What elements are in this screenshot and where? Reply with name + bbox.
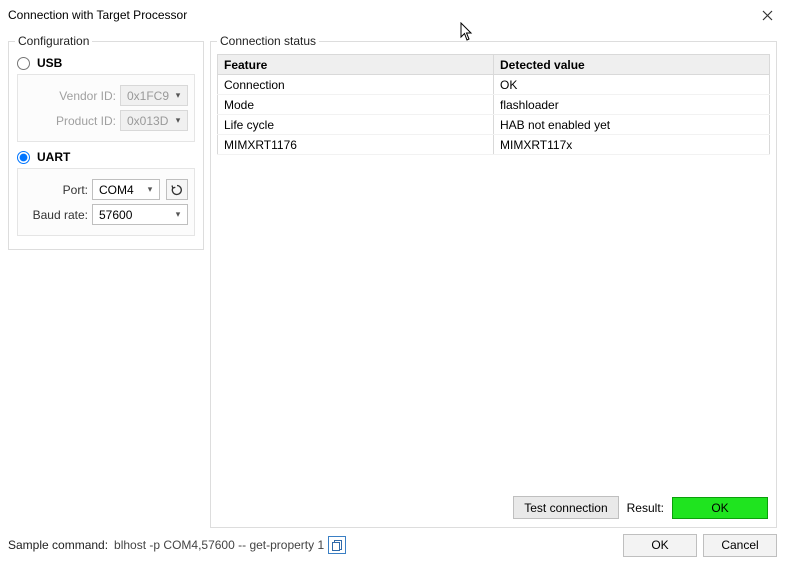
- table-row: Connection OK: [218, 75, 770, 95]
- status-table: Feature Detected value Connection OK Mod…: [217, 54, 770, 155]
- cancel-button[interactable]: Cancel: [703, 534, 777, 557]
- close-icon: [762, 10, 773, 21]
- sample-command-value: blhost -p COM4,57600 -- get-property 1: [114, 538, 324, 552]
- connection-status-legend: Connection status: [217, 34, 319, 48]
- connection-status-group: Connection status Feature Detected value…: [210, 34, 777, 528]
- vendor-id-combo: 0x1FC9 ▾: [120, 85, 188, 106]
- usb-radio-row[interactable]: USB: [15, 54, 197, 74]
- table-row: Life cycle HAB not enabled yet: [218, 115, 770, 135]
- chevron-down-icon: ▾: [171, 209, 185, 220]
- product-id-value: 0x013D: [127, 114, 171, 128]
- clipboard-icon: [332, 539, 343, 551]
- col-feature: Feature: [218, 55, 494, 75]
- product-id-label: Product ID:: [56, 114, 116, 128]
- cell-value: HAB not enabled yet: [494, 115, 770, 135]
- cell-feature: MIMXRT1176: [218, 135, 494, 155]
- table-row: MIMXRT1176 MIMXRT117x: [218, 135, 770, 155]
- window-title: Connection with Target Processor: [8, 8, 187, 22]
- uart-radio-label: UART: [37, 150, 70, 164]
- usb-radio[interactable]: [17, 57, 30, 70]
- usb-panel: Vendor ID: 0x1FC9 ▾ Product ID: 0x013D ▾: [17, 74, 195, 142]
- result-label: Result:: [627, 501, 664, 515]
- chevron-down-icon: ▾: [171, 90, 185, 101]
- chevron-down-icon: ▾: [171, 115, 185, 126]
- test-connection-button[interactable]: Test connection: [513, 496, 618, 519]
- baud-value: 57600: [99, 208, 171, 222]
- product-id-combo: 0x013D ▾: [120, 110, 188, 131]
- close-button[interactable]: [755, 4, 779, 26]
- uart-panel: Port: COM4 ▾ Baud rate: 57600 ▾: [17, 168, 195, 236]
- sample-command-label: Sample command:: [8, 538, 108, 552]
- vendor-id-label: Vendor ID:: [59, 89, 116, 103]
- configuration-group: Configuration USB Vendor ID: 0x1FC9 ▾ Pr…: [8, 34, 204, 250]
- port-value: COM4: [99, 183, 143, 197]
- table-row: Mode flashloader: [218, 95, 770, 115]
- refresh-ports-button[interactable]: [166, 179, 188, 200]
- cell-value: OK: [494, 75, 770, 95]
- ok-button[interactable]: OK: [623, 534, 697, 557]
- port-label: Port:: [63, 183, 88, 197]
- cell-feature: Connection: [218, 75, 494, 95]
- uart-radio[interactable]: [17, 151, 30, 164]
- refresh-icon: [171, 184, 183, 196]
- col-detected-value: Detected value: [494, 55, 770, 75]
- cell-value: MIMXRT117x: [494, 135, 770, 155]
- baud-combo[interactable]: 57600 ▾: [92, 204, 188, 225]
- chevron-down-icon: ▾: [143, 184, 157, 195]
- configuration-legend: Configuration: [15, 34, 92, 48]
- cell-feature: Life cycle: [218, 115, 494, 135]
- result-value: OK: [672, 497, 768, 519]
- vendor-id-value: 0x1FC9: [127, 89, 171, 103]
- cell-feature: Mode: [218, 95, 494, 115]
- cell-value: flashloader: [494, 95, 770, 115]
- copy-command-button[interactable]: [328, 536, 346, 554]
- baud-label: Baud rate:: [33, 208, 88, 222]
- uart-radio-row[interactable]: UART: [15, 148, 197, 168]
- port-combo[interactable]: COM4 ▾: [92, 179, 160, 200]
- usb-radio-label: USB: [37, 56, 62, 70]
